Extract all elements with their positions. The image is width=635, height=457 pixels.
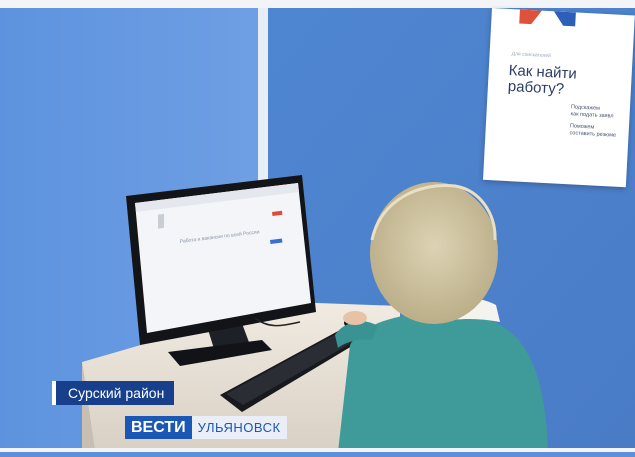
poster-list: Подскажем как подать заявл Поможем соста… <box>569 104 631 145</box>
poster-title: Как найти работу? <box>507 61 578 98</box>
logo-vesti: ВЕСТИ <box>125 416 192 439</box>
region-caption: Сурский район <box>52 381 175 405</box>
photo-scene: Работа и вакансии по всей России Для сои… <box>0 0 635 452</box>
top-border <box>0 0 635 8</box>
woman-hair <box>370 182 498 324</box>
woman-hand <box>343 311 367 325</box>
wall-poster: Для соискателей Как найти работу? Подска… <box>482 8 635 188</box>
poster-small-text: Для соискателей <box>511 51 552 60</box>
channel-logo: ВЕСТИ УЛЬЯНОВСК <box>125 416 287 439</box>
wall-corner-trim <box>258 8 268 183</box>
bottom-border <box>0 448 635 452</box>
logo-city: УЛЬЯНОВСК <box>191 416 287 439</box>
screen-sidebar-block <box>158 213 164 229</box>
poster-item: Подскажем как подать заявл <box>570 104 614 120</box>
poster-logo-shapes <box>519 9 576 27</box>
poster-item: Поможем составить резюме <box>569 123 617 139</box>
